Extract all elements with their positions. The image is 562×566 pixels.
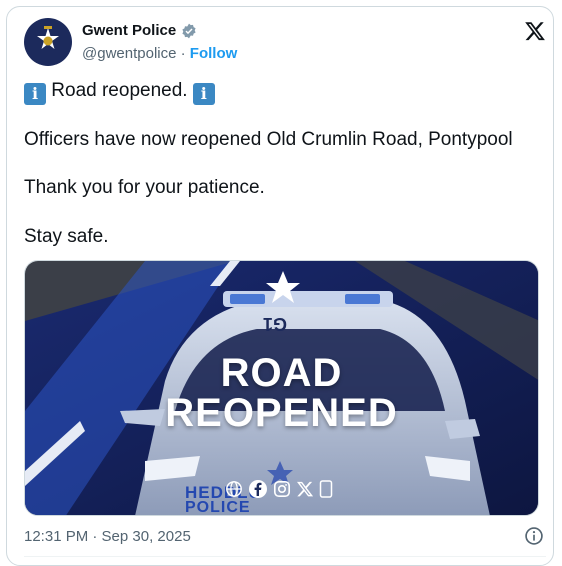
author-name[interactable]: Gwent Police bbox=[82, 22, 176, 39]
separator-dot: · bbox=[180, 45, 186, 62]
information-emoji-icon: i bbox=[192, 83, 215, 105]
social-icons-strip bbox=[225, 479, 333, 499]
information-emoji-icon: i bbox=[24, 83, 46, 105]
x-social-icon bbox=[296, 481, 314, 497]
tweet-line-4: Stay safe. bbox=[24, 226, 109, 247]
image-title-line-2: REOPENED bbox=[165, 391, 398, 435]
author-avatar[interactable] bbox=[24, 18, 72, 66]
tweet-line-1: i Road reopened. i bbox=[24, 79, 215, 105]
police-badge-icon bbox=[37, 26, 59, 49]
tweet-timestamp[interactable]: 12:31 PM · Sep 30, 2025 bbox=[24, 528, 191, 545]
follow-link[interactable]: Follow bbox=[190, 45, 238, 62]
info-icon[interactable] bbox=[524, 526, 544, 546]
globe-icon bbox=[226, 481, 242, 497]
x-logo-icon[interactable] bbox=[524, 20, 546, 42]
instagram-icon bbox=[273, 480, 291, 498]
author-handle[interactable]: @gwentpolice bbox=[82, 45, 176, 62]
tweet-line-2: Officers have now reopened Old Crumlin R… bbox=[24, 129, 513, 150]
phone-icon bbox=[319, 480, 333, 498]
image-title-line-1: ROAD bbox=[220, 351, 343, 395]
tweet-image[interactable]: ROAD REOPENED G1 HEDDLU POLICE bbox=[24, 260, 539, 516]
car-number: G1 bbox=[263, 314, 288, 334]
facebook-icon bbox=[249, 480, 267, 498]
car-livery-police: POLICE bbox=[185, 499, 251, 516]
verified-badge-icon bbox=[182, 23, 196, 38]
tweet-headline: Road reopened. bbox=[51, 80, 188, 101]
tweet-line-3: Thank you for your patience. bbox=[24, 177, 265, 198]
divider bbox=[24, 556, 546, 557]
